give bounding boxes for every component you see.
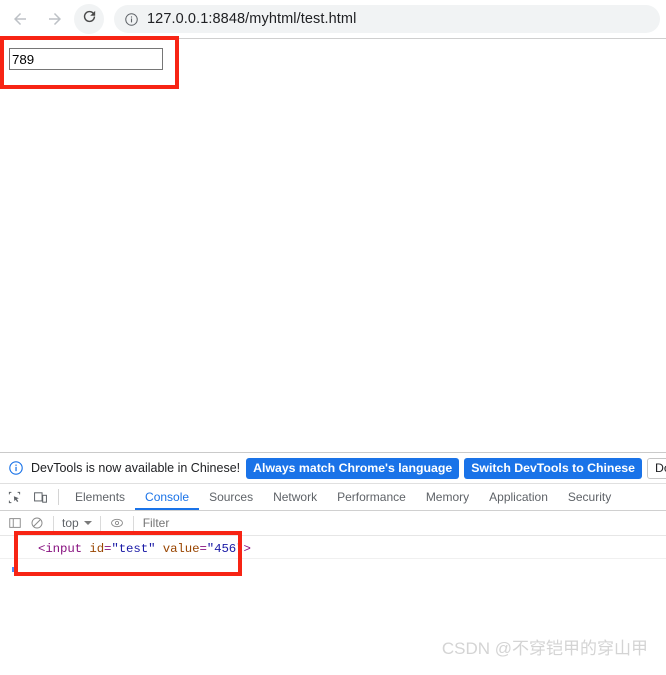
always-match-language-button[interactable]: Always match Chrome's language bbox=[246, 457, 460, 479]
dont-show-again-button[interactable]: Don't show again bbox=[646, 457, 666, 479]
notification-message: DevTools is now available in Chinese! bbox=[31, 461, 241, 475]
tab-application[interactable]: Application bbox=[479, 484, 558, 510]
address-bar-url: 127.0.0.1:8848/myhtml/test.html bbox=[147, 11, 357, 27]
console-input-prompt[interactable] bbox=[0, 559, 666, 579]
console-filter-input[interactable] bbox=[138, 515, 666, 531]
console-toolbar-divider-1 bbox=[53, 515, 54, 531]
tab-console[interactable]: Console bbox=[135, 484, 199, 510]
address-bar[interactable]: 127.0.0.1:8848/myhtml/test.html bbox=[114, 5, 660, 33]
prompt-caret-icon bbox=[12, 566, 17, 572]
info-circle-icon[interactable] bbox=[124, 12, 139, 27]
console-toolbar-divider-3 bbox=[132, 515, 134, 531]
reload-button[interactable] bbox=[74, 4, 104, 34]
chevron-down-icon bbox=[83, 521, 92, 525]
tab-elements[interactable]: Elements bbox=[65, 484, 135, 510]
tab-network[interactable]: Network bbox=[263, 484, 327, 510]
console-html-element: <input id="test" value="456"> bbox=[38, 541, 251, 556]
toolbar-divider bbox=[58, 489, 59, 505]
arrow-right-icon bbox=[46, 10, 64, 28]
console-message-row[interactable]: <input id="test" value="456"> bbox=[0, 539, 666, 559]
page-content bbox=[0, 39, 666, 452]
csdn-watermark: CSDN @不穿铠甲的穿山甲 bbox=[441, 639, 648, 658]
console-toolbar-divider-2 bbox=[99, 515, 101, 531]
execution-context-dropdown[interactable]: top bbox=[59, 516, 95, 530]
reload-icon bbox=[81, 8, 98, 30]
devtools-tab-bar: Elements Console Sources Network Perform… bbox=[0, 484, 666, 511]
clear-console-icon[interactable] bbox=[26, 512, 48, 534]
console-sidebar-icon[interactable] bbox=[4, 512, 26, 534]
tab-security[interactable]: Security bbox=[558, 484, 621, 510]
back-button[interactable] bbox=[5, 4, 35, 34]
tab-sources[interactable]: Sources bbox=[199, 484, 263, 510]
test-input-field[interactable] bbox=[9, 48, 163, 70]
tab-memory[interactable]: Memory bbox=[416, 484, 479, 510]
switch-to-chinese-button[interactable]: Switch DevTools to Chinese bbox=[464, 457, 642, 479]
device-toolbar-icon[interactable] bbox=[28, 485, 52, 509]
forward-button[interactable] bbox=[40, 4, 70, 34]
browser-toolbar: 127.0.0.1:8848/myhtml/test.html bbox=[0, 0, 666, 39]
execution-context-label: top bbox=[62, 516, 79, 530]
devtools-language-notification: DevTools is now available in Chinese! Al… bbox=[0, 453, 666, 484]
arrow-left-icon bbox=[11, 10, 29, 28]
console-toolbar: top bbox=[0, 511, 666, 536]
live-expression-icon[interactable] bbox=[106, 512, 128, 534]
tab-performance[interactable]: Performance bbox=[327, 484, 416, 510]
browser-window: 127.0.0.1:8848/myhtml/test.html DevTools… bbox=[0, 0, 666, 675]
inspect-element-icon[interactable] bbox=[2, 485, 26, 509]
info-circle-icon bbox=[8, 460, 24, 476]
